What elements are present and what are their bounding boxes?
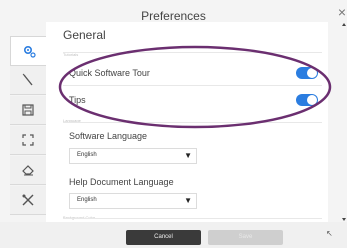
quick-tour-label: Quick Software Tour	[69, 68, 150, 78]
toggle-knob	[307, 95, 317, 105]
save-button[interactable]: Save	[208, 230, 283, 245]
sidebar-item-eraser[interactable]	[10, 156, 46, 185]
divider	[63, 122, 322, 123]
capture-frame-icon	[22, 134, 34, 146]
help-language-label: Help Document Language	[69, 177, 174, 187]
floppy-disk-icon	[22, 104, 34, 116]
chevron-down-icon: ▼	[184, 151, 192, 160]
title-bar: Preferences ×	[0, 0, 347, 23]
pen-icon	[22, 73, 33, 86]
chevron-down-icon: ▼	[184, 196, 192, 205]
tools-icon	[22, 194, 34, 206]
divider	[63, 52, 322, 53]
scrollbar-arrows	[342, 23, 346, 221]
sidebar-item-pen[interactable]	[10, 66, 46, 95]
sidebar-item-capture[interactable]	[10, 126, 46, 155]
help-language-select[interactable]: English ▼	[69, 193, 197, 209]
general-panel: General Tutorials Quick Software Tour Ti…	[46, 22, 328, 222]
sidebar-item-general[interactable]	[10, 36, 47, 66]
sidebar-item-save[interactable]	[10, 96, 46, 125]
cancel-button[interactable]: Cancel	[126, 230, 201, 245]
scrollbar[interactable]	[341, 22, 347, 222]
footer: Cancel Save	[0, 222, 347, 248]
software-language-value: English	[77, 152, 97, 158]
divider	[63, 85, 322, 86]
page-title: General	[63, 28, 106, 42]
sidebar-item-tools[interactable]	[10, 186, 46, 215]
divider	[63, 218, 322, 219]
software-language-label: Software Language	[69, 131, 148, 141]
close-icon[interactable]: ×	[338, 5, 346, 19]
software-language-select[interactable]: English ▼	[69, 148, 197, 164]
tips-label: Tips	[69, 95, 86, 105]
help-language-value: English	[77, 197, 97, 203]
sidebar	[10, 36, 47, 222]
mouse-cursor-icon: ↖	[326, 229, 333, 238]
quick-tour-toggle[interactable]	[296, 67, 318, 79]
eraser-icon	[22, 165, 34, 176]
window-title: Preferences	[141, 9, 206, 23]
gear-icon	[23, 45, 36, 58]
tips-toggle[interactable]	[296, 94, 318, 106]
preferences-window: Preferences × General Tutorials Quick So…	[0, 0, 347, 248]
toggle-knob	[307, 68, 317, 78]
